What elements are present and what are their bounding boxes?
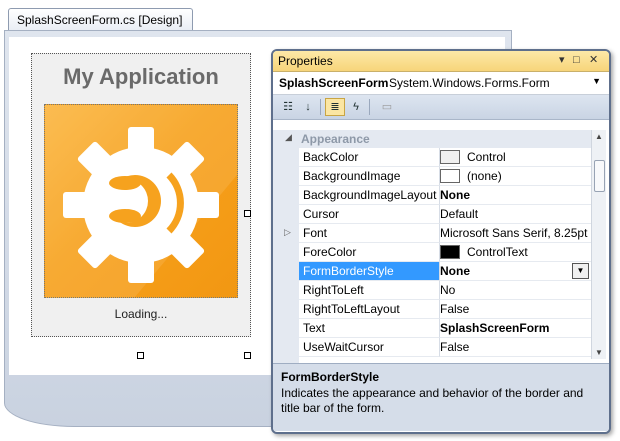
toolbar-separator (320, 99, 321, 115)
resize-handle-bottom[interactable] (137, 352, 144, 359)
property-name: FormBorderStyle (299, 262, 440, 281)
property-row-cursor[interactable]: Cursor Default (299, 205, 591, 224)
property-value[interactable]: None ▼ (440, 262, 591, 281)
property-name: RightToLeft (299, 281, 440, 300)
property-name: BackgroundImage (299, 167, 440, 186)
scroll-down-icon[interactable]: ▼ (595, 348, 603, 357)
value-text: False (440, 340, 470, 354)
property-value[interactable]: False (440, 300, 591, 319)
toolbar-separator (369, 99, 370, 115)
property-value[interactable]: (none) (440, 167, 591, 186)
alphabetical-icon[interactable]: ↓ (298, 98, 318, 116)
object-selector[interactable]: SplashScreenForm System.Windows.Forms.Fo… (273, 72, 609, 95)
property-row-font[interactable]: ▷ Font Microsoft Sans Serif, 8.25pt (284, 224, 591, 243)
description-panel: FormBorderStyle Indicates the appearance… (273, 363, 609, 431)
value-text: ControlText (467, 245, 528, 259)
properties-window: Properties ▾ □ ✕ SplashScreenForm System… (271, 49, 611, 434)
splash-picture-box[interactable] (44, 104, 238, 298)
property-name: Font (299, 224, 440, 243)
property-value[interactable]: ControlText (440, 243, 591, 262)
property-name: BackColor (299, 148, 440, 167)
property-name: ForeColor (299, 243, 440, 262)
description-title: FormBorderStyle (281, 370, 380, 384)
value-text: None (440, 188, 470, 202)
property-pages-icon[interactable]: ▭ (377, 98, 397, 116)
property-row-righttoleftlayout[interactable]: RightToLeftLayout False (299, 300, 591, 319)
pin-dropdown-icon[interactable]: ▾ (559, 54, 565, 67)
property-row-backgroundimage[interactable]: BackgroundImage (none) (299, 167, 591, 186)
value-text: No (440, 283, 456, 297)
categorized-icon[interactable]: ☷ (278, 98, 298, 116)
document-tab[interactable]: SplashScreenForm.cs [Design] (8, 8, 194, 31)
chevron-down-icon[interactable]: ▼ (592, 76, 601, 86)
value-text: SplashScreenForm (440, 321, 550, 335)
property-value[interactable]: Default (440, 205, 591, 224)
value-text: (none) (467, 169, 502, 183)
property-row-forecolor[interactable]: ForeColor ControlText (299, 243, 591, 262)
object-name: SplashScreenForm (279, 76, 389, 90)
property-row-righttoleft[interactable]: RightToLeft No (299, 281, 591, 300)
property-name: BackgroundImageLayout (299, 186, 440, 205)
splash-title: My Application (63, 64, 219, 89)
color-swatch (440, 245, 460, 259)
description-text: Indicates the appearance and behavior of… (281, 386, 584, 415)
gear-icon (45, 105, 237, 297)
value-text: None (440, 264, 470, 278)
property-value[interactable]: Microsoft Sans Serif, 8.25pt (440, 224, 591, 243)
property-row-usewaitcursor[interactable]: UseWaitCursor False (299, 338, 591, 357)
resize-handle-bottom-right[interactable] (244, 352, 251, 359)
object-type: System.Windows.Forms.Form (389, 76, 550, 90)
property-name: UseWaitCursor (299, 338, 440, 357)
close-icon[interactable]: ✕ (589, 54, 598, 67)
color-swatch (440, 150, 460, 164)
property-name: RightToLeftLayout (299, 300, 440, 319)
expand-icon[interactable]: ▷ (284, 227, 291, 238)
properties-toolbar: ☷ ↓ ≣ ϟ ▭ (273, 95, 609, 120)
property-value[interactable]: Control (440, 148, 591, 167)
property-value[interactable]: No (440, 281, 591, 300)
property-row-text[interactable]: Text SplashScreenForm (299, 319, 591, 338)
property-row-backgroundimagelayout[interactable]: BackgroundImageLayout None (299, 186, 591, 205)
properties-icon[interactable]: ≣ (325, 98, 345, 116)
category-label: Appearance (301, 132, 370, 146)
property-value[interactable]: SplashScreenForm (440, 319, 591, 338)
splash-form[interactable]: My Application Loading... (31, 53, 251, 337)
property-value[interactable]: False (440, 338, 591, 357)
property-value[interactable]: None (440, 186, 591, 205)
property-row-backcolor[interactable]: BackColor Control (299, 148, 591, 167)
property-name: Cursor (299, 205, 440, 224)
events-icon[interactable]: ϟ (346, 98, 366, 116)
value-text: Microsoft Sans Serif, 8.25pt (440, 226, 588, 240)
property-row-formborderstyle[interactable]: FormBorderStyle None ▼ (299, 262, 591, 281)
category-appearance[interactable]: ◢ Appearance (273, 130, 591, 148)
dropdown-button[interactable]: ▼ (572, 263, 589, 279)
scrollbar-thumb[interactable] (594, 160, 605, 192)
scroll-up-icon[interactable]: ▲ (595, 132, 603, 141)
loading-label: Loading... (114, 307, 168, 321)
properties-title: Properties (278, 54, 333, 68)
properties-titlebar[interactable]: Properties ▾ □ ✕ (273, 51, 609, 72)
collapse-icon[interactable]: ◢ (285, 132, 292, 143)
resize-handle-right[interactable] (244, 210, 251, 217)
value-text: Control (467, 150, 506, 164)
maximize-icon[interactable]: □ (573, 54, 580, 67)
value-text: False (440, 302, 470, 316)
property-name: Text (299, 319, 440, 338)
property-grid-scrollbar[interactable]: ▲ ▼ (591, 130, 606, 359)
value-text: Default (440, 207, 479, 221)
image-swatch (440, 169, 460, 183)
